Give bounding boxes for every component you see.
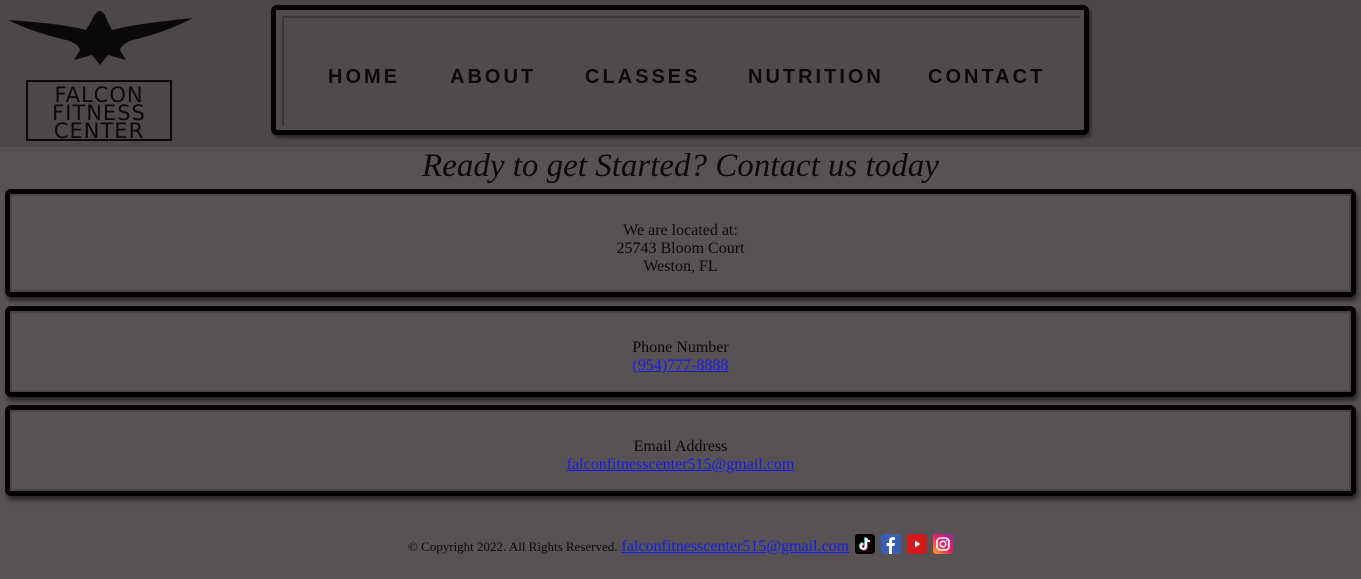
nav-item-home[interactable]: HOME [328, 66, 400, 89]
nav-item-nutrition[interactable]: NUTRITION [748, 66, 884, 89]
site-footer: © Copyright 2022. All Rights Reserved. f… [0, 534, 1361, 557]
youtube-icon[interactable] [907, 534, 928, 554]
email-label: Email Address [633, 438, 728, 455]
phone-card: Phone Number (954)777-8888 [5, 306, 1356, 397]
facebook-icon[interactable] [881, 534, 902, 554]
page-title: Ready to get Started? Contact us today [422, 148, 939, 184]
nav-item-contact[interactable]: CONTACT [928, 66, 1045, 89]
logo-wordmark: FALCON FITNESS CENTER [26, 80, 172, 143]
location-city: Weston, FL [643, 258, 718, 275]
falcon-fitness-logo[interactable]: FALCON FITNESS CENTER [8, 8, 198, 146]
email-card: Email Address falconfitnesscenter515@gma… [5, 405, 1356, 496]
tiktok-icon[interactable] [855, 534, 876, 554]
site-header: FALCON FITNESS CENTER HOME ABOUT CLASSES… [0, 0, 1361, 147]
logo-line-3: CENTER [53, 119, 145, 143]
nav-item-classes[interactable]: CLASSES [585, 66, 700, 89]
phone-link[interactable]: (954)777-8888 [633, 357, 729, 374]
copyright-text: © Copyright 2022. All Rights Reserved. [407, 539, 618, 554]
location-card: We are located at: 25743 Bloom Court Wes… [5, 189, 1356, 297]
instagram-icon[interactable] [933, 534, 954, 554]
footer-email-link[interactable]: falconfitnesscenter515@gmail.com [622, 538, 850, 555]
nav-item-about[interactable]: ABOUT [450, 66, 536, 89]
email-link[interactable]: falconfitnesscenter515@gmail.com [567, 456, 795, 473]
location-street: 25743 Bloom Court [616, 240, 745, 257]
location-label: We are located at: [623, 222, 738, 239]
falcon-bird-icon [8, 11, 193, 65]
phone-label: Phone Number [632, 339, 729, 356]
main-navigation: HOME ABOUT CLASSES NUTRITION CONTACT [271, 5, 1089, 135]
